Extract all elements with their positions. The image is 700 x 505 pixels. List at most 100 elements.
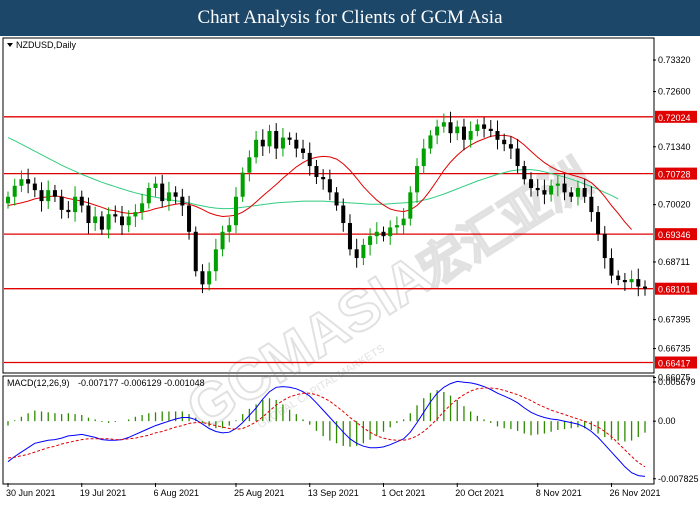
candle-body — [287, 137, 292, 140]
candle-body — [374, 231, 379, 237]
candle-body — [468, 131, 473, 140]
candle-body — [274, 131, 279, 149]
candle-body — [495, 131, 500, 140]
candle-body — [555, 183, 560, 186]
candle-body — [113, 214, 118, 217]
candle-body — [435, 126, 440, 136]
macd-tick-label: -0.007825 — [658, 474, 699, 484]
candle-body — [254, 139, 259, 158]
candle-body — [562, 183, 567, 193]
chart-title-dropdown-icon — [7, 43, 13, 47]
level-tag-label: 0.72024 — [658, 113, 691, 123]
macd-values: -0.007177 -0.006129 -0.001048 — [78, 378, 205, 388]
macd-series — [7, 380, 646, 477]
candle-body — [133, 212, 138, 217]
date-tick-label: 1 Oct 2021 — [381, 488, 425, 498]
chart-banner: Chart Analysis for Clients of GCM Asia — [0, 0, 700, 36]
candle-body — [32, 183, 37, 191]
macd-panel-frame — [2, 375, 655, 485]
candle-body — [394, 225, 399, 228]
candle-body — [79, 196, 84, 206]
level-tag-label: 0.70728 — [658, 170, 691, 180]
candle-body — [233, 196, 238, 226]
candle-body — [475, 124, 480, 132]
level-tag-label: 0.69346 — [658, 230, 691, 240]
price-tick-label: 0.71340 — [658, 142, 691, 152]
candle-body — [575, 187, 580, 197]
macd-line — [7, 380, 646, 477]
candle-body — [307, 152, 312, 167]
chart-svg: GCMASIA 宏汇亚洲 GLOBAL CAPITAL MARKETS NZDU… — [2, 37, 699, 498]
candle-body — [26, 179, 31, 184]
candle-body — [381, 231, 386, 237]
macd-signal-line — [7, 387, 646, 468]
price-tick-label: 0.66735 — [658, 344, 691, 354]
candle-body — [368, 236, 373, 245]
candle-body — [280, 137, 285, 149]
candle-body — [515, 148, 520, 167]
candle-body — [428, 135, 433, 149]
candle-body — [180, 196, 185, 206]
price-tick-label: 0.70020 — [658, 200, 691, 210]
candle-body — [5, 196, 11, 204]
price-tick-label: 0.68711 — [658, 257, 690, 267]
candle-body — [294, 139, 299, 149]
macd-tick-label: 0.00 — [658, 416, 676, 426]
candle-body — [220, 231, 225, 250]
candle-body — [589, 196, 594, 213]
banner-title: Chart Analysis for Clients of GCM Asia — [197, 7, 503, 28]
price-tick-label: 0.73320 — [658, 55, 691, 65]
candle-body — [441, 122, 446, 127]
date-tick-label: 6 Aug 2021 — [154, 488, 200, 498]
candle-body — [260, 139, 265, 147]
candle-body — [200, 271, 205, 285]
candle-body — [535, 187, 540, 191]
candle-body — [415, 166, 420, 193]
candle-body — [39, 190, 44, 202]
chart-area: GCMASIA 宏汇亚洲 GLOBAL CAPITAL MARKETS NZDU… — [0, 36, 700, 500]
candle-body — [52, 190, 57, 197]
candle-body — [166, 192, 171, 202]
candle-body — [642, 286, 648, 289]
candle-body — [528, 179, 534, 188]
candle-body — [93, 216, 98, 224]
date-tick-label: 8 Nov 2021 — [536, 488, 582, 498]
date-tick-label: 19 Jul 2021 — [80, 488, 127, 498]
candle-body — [160, 183, 165, 202]
candle-body — [421, 148, 426, 167]
date-tick-label: 20 Oct 2021 — [455, 488, 504, 498]
candle-body — [59, 196, 64, 210]
candle-body — [126, 216, 131, 226]
candle-body — [140, 203, 145, 213]
candle-body — [508, 144, 513, 149]
candle-body — [240, 172, 245, 197]
price-tick-label: 0.67395 — [658, 315, 691, 325]
candle-body — [119, 216, 125, 226]
candle-body — [66, 209, 71, 213]
candle-body — [146, 187, 151, 204]
level-tag-label: 0.68101 — [658, 285, 691, 295]
candle-body — [73, 196, 78, 213]
candle-body — [502, 139, 507, 145]
candle-body — [327, 179, 332, 193]
candle-body — [408, 192, 413, 219]
candle-body — [448, 122, 453, 134]
date-tick-label: 13 Sep 2021 — [308, 488, 359, 498]
candle-body — [213, 249, 218, 272]
candle-body — [347, 223, 352, 250]
candle-body — [227, 225, 232, 232]
candle-body — [522, 166, 527, 180]
candle-body — [461, 126, 466, 140]
candle-body — [334, 192, 339, 206]
candle-body — [569, 192, 574, 197]
date-tick-label: 30 Jun 2021 — [6, 488, 56, 498]
candle-body — [46, 190, 51, 202]
candle-body — [354, 249, 359, 259]
candle-body — [19, 179, 24, 186]
candle-body — [455, 126, 460, 134]
candle-body — [86, 205, 91, 224]
candle-body — [193, 231, 198, 272]
candle-body — [153, 183, 158, 188]
candle-body — [388, 227, 393, 237]
candle-body — [609, 258, 614, 276]
